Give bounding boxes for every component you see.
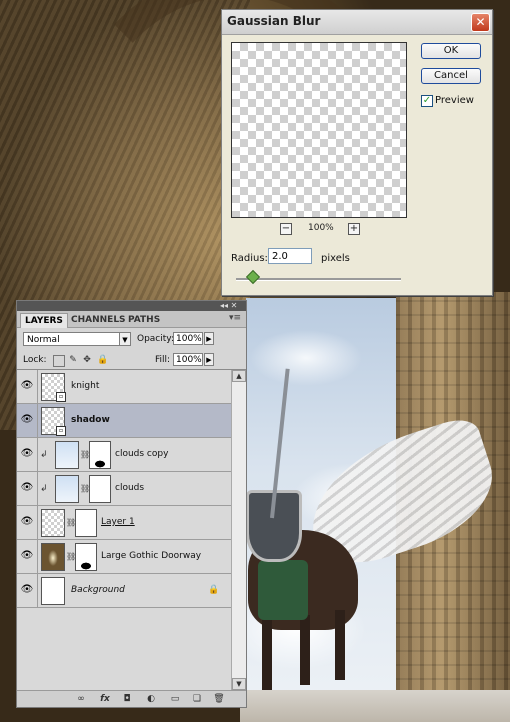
visibility-cell[interactable]: 👁 xyxy=(17,438,38,471)
layer-mask-thumbnail[interactable] xyxy=(75,543,97,571)
eye-icon[interactable]: 👁 xyxy=(20,515,34,529)
smart-object-icon: ▫ xyxy=(56,392,66,402)
radius-unit: pixels xyxy=(321,253,350,264)
visibility-cell[interactable]: 👁 xyxy=(17,574,38,607)
tab-layers[interactable]: LAYERS xyxy=(20,313,68,328)
layers-footer: ∞ fx ◘ ◐ ▭ ❏ 🗑 xyxy=(17,690,246,707)
visibility-cell[interactable]: 👁 xyxy=(17,540,38,573)
visibility-cell[interactable]: 👁 xyxy=(17,404,38,437)
blend-mode-select[interactable]: Normal xyxy=(23,332,129,346)
panel-drag-bar[interactable]: ◂◂ ✕ xyxy=(17,301,246,311)
eye-icon[interactable]: 👁 xyxy=(20,549,34,563)
collapse-close-icon[interactable]: ◂◂ ✕ xyxy=(220,301,237,311)
clipping-arrow-icon: ↲ xyxy=(40,484,48,494)
transparency-lock-icon[interactable] xyxy=(53,355,65,367)
adjustment-layer-icon[interactable]: ◐ xyxy=(145,693,157,705)
layer-name[interactable]: clouds xyxy=(115,483,144,493)
smart-object-icon: ▫ xyxy=(56,426,66,436)
layer-name[interactable]: Background xyxy=(71,585,125,595)
link-layers-icon[interactable]: ∞ xyxy=(75,693,87,705)
padlock-icon[interactable]: 🔒 xyxy=(97,355,108,365)
layer-thumbnail xyxy=(41,509,65,537)
visibility-cell[interactable]: 👁 xyxy=(17,506,38,539)
layer-row-layer-1[interactable]: 👁 ⛓ Layer 1 xyxy=(17,506,231,540)
scroll-up-icon[interactable]: ▲ xyxy=(232,370,246,382)
radius-label: Radius: xyxy=(231,253,268,264)
dialog-title: Gaussian Blur xyxy=(227,14,321,28)
panel-tabs: LAYERS CHANNELS PATHS ▾≡ xyxy=(17,311,246,328)
layer-thumbnail xyxy=(41,543,65,571)
trash-icon[interactable]: 🗑 xyxy=(213,693,225,705)
layers-list: 👁 ▫ knight 👁 ▫ shadow 👁 ↲ ⛓ clouds copy … xyxy=(17,369,246,690)
new-layer-icon[interactable]: ❏ xyxy=(191,693,203,705)
layers-panel: ◂◂ ✕ LAYERS CHANNELS PATHS ▾≡ Normal ▼ O… xyxy=(16,300,247,708)
horse-leg xyxy=(262,620,272,690)
layer-mask-thumbnail[interactable] xyxy=(75,509,97,537)
layer-row-clouds[interactable]: 👁 ↲ ⛓ clouds xyxy=(17,472,231,506)
zoom-in-button[interactable]: + xyxy=(348,223,360,235)
green-caparison xyxy=(258,560,308,620)
close-icon[interactable]: ✕ xyxy=(471,13,490,32)
layer-row-background[interactable]: 👁 Background 🔒 xyxy=(17,574,231,608)
opacity-label: Opacity: xyxy=(137,334,174,344)
zoom-out-button[interactable]: − xyxy=(280,223,292,235)
panel-menu-icon[interactable]: ▾≡ xyxy=(229,313,241,323)
radius-input[interactable] xyxy=(268,248,312,264)
move-lock-icon[interactable]: ✥ xyxy=(82,355,92,365)
horse-leg xyxy=(335,610,345,680)
lock-label: Lock: xyxy=(23,355,47,365)
add-mask-icon[interactable]: ◘ xyxy=(121,693,133,705)
layer-row-large-gothic-doorway[interactable]: 👁 ⛓ Large Gothic Doorway xyxy=(17,540,231,574)
gaussian-blur-dialog: Gaussian Blur ✕ − 100% + OK Cancel ✓ Pre… xyxy=(221,9,493,296)
layer-mask-thumbnail[interactable] xyxy=(89,475,111,503)
layer-mask-thumbnail[interactable] xyxy=(89,441,111,469)
radius-slider[interactable] xyxy=(236,278,401,281)
tab-channels[interactable]: CHANNELS xyxy=(67,313,130,327)
chevron-down-icon[interactable]: ▼ xyxy=(119,332,131,346)
layer-name[interactable]: shadow xyxy=(71,415,110,425)
layer-name[interactable]: Layer 1 xyxy=(101,517,135,527)
layer-row-shadow[interactable]: 👁 ▫ shadow xyxy=(17,404,231,438)
cancel-button[interactable]: Cancel xyxy=(421,68,481,84)
layers-scrollbar[interactable]: ▲ ▼ xyxy=(231,370,246,690)
layer-thumbnail xyxy=(55,475,79,503)
visibility-cell[interactable]: 👁 xyxy=(17,472,38,505)
layer-thumbnail xyxy=(41,577,65,605)
fx-icon[interactable]: fx xyxy=(99,693,111,705)
lock-icon: 🔒 xyxy=(208,585,220,595)
dialog-title-bar[interactable]: Gaussian Blur ✕ xyxy=(222,10,492,35)
opacity-arrow-icon[interactable]: ▶ xyxy=(204,332,214,345)
clipping-arrow-icon: ↲ xyxy=(40,450,48,460)
fill-arrow-icon[interactable]: ▶ xyxy=(204,353,214,366)
opacity-field[interactable]: 100% xyxy=(173,332,203,345)
eye-icon[interactable]: 👁 xyxy=(20,583,34,597)
stone-floor xyxy=(240,690,510,722)
horse-leg xyxy=(300,615,310,685)
eye-icon[interactable]: 👁 xyxy=(20,379,34,393)
eye-icon[interactable]: 👁 xyxy=(20,481,34,495)
layer-thumbnail xyxy=(55,441,79,469)
zoom-level: 100% xyxy=(308,223,334,233)
layer-name[interactable]: knight xyxy=(71,381,99,391)
fill-field[interactable]: 100% xyxy=(173,353,203,366)
layer-row-clouds-copy[interactable]: 👁 ↲ ⛓ clouds copy xyxy=(17,438,231,472)
layer-name[interactable]: Large Gothic Doorway xyxy=(101,551,201,561)
tab-paths[interactable]: PATHS xyxy=(124,313,164,327)
layer-name[interactable]: clouds copy xyxy=(115,449,168,459)
scroll-down-icon[interactable]: ▼ xyxy=(232,678,246,690)
layer-row-knight[interactable]: 👁 ▫ knight xyxy=(17,370,231,404)
new-group-icon[interactable]: ▭ xyxy=(169,693,181,705)
preview-checkbox[interactable]: ✓ xyxy=(421,95,433,107)
brush-lock-icon[interactable]: ✎ xyxy=(68,355,78,365)
visibility-cell[interactable]: 👁 xyxy=(17,370,38,403)
blur-preview[interactable] xyxy=(231,42,407,218)
preview-label: Preview xyxy=(435,95,474,106)
eye-icon[interactable]: 👁 xyxy=(20,413,34,427)
fill-label: Fill: xyxy=(155,355,171,365)
radius-slider-thumb[interactable] xyxy=(245,269,261,285)
ok-button[interactable]: OK xyxy=(421,43,481,59)
eye-icon[interactable]: 👁 xyxy=(20,447,34,461)
